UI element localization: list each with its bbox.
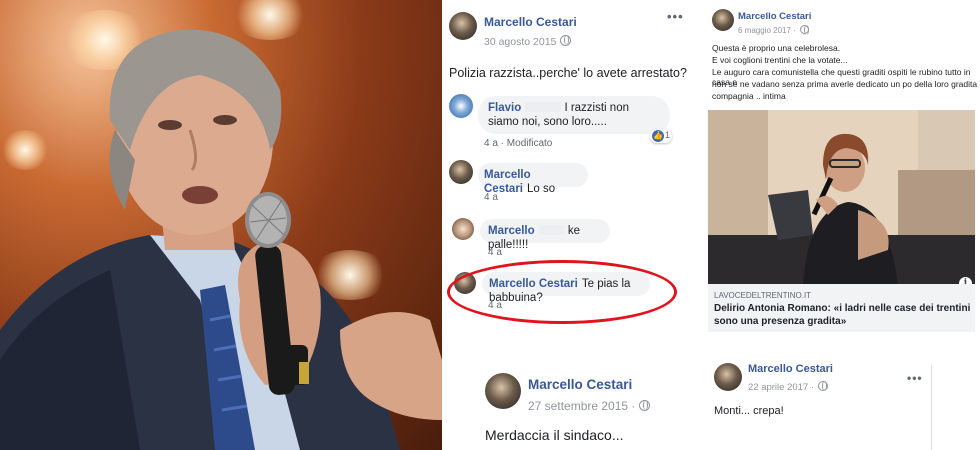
more-options-icon[interactable]: ••• <box>667 9 684 24</box>
date-separator: · <box>793 26 796 35</box>
card-border <box>931 365 932 450</box>
link-source: LAVOCEDELTRENTINO.IT <box>714 291 812 300</box>
post-date-text[interactable]: 22 aprile 2017 <box>748 382 808 393</box>
post-date-text[interactable]: 30 agosto 2015 <box>484 36 556 48</box>
post-date[interactable]: 6 maggio 2017 · <box>738 25 809 35</box>
like-count: 1 <box>665 130 671 140</box>
commenter-avatar[interactable] <box>449 160 473 184</box>
author-avatar[interactable] <box>449 12 477 40</box>
post-text-line: non se ne vadano senza prima averle dedi… <box>712 79 978 89</box>
comment-time[interactable]: 4 a <box>488 247 502 258</box>
more-options-icon[interactable]: ••• <box>907 371 923 385</box>
link-preview-image[interactable] <box>708 110 975 284</box>
speaker-photo <box>0 0 442 450</box>
post-author-name[interactable]: Marcello Cestari <box>484 15 577 29</box>
comment-bubble: Marcello ke palle!!!!! <box>480 219 610 251</box>
post-date[interactable]: 22 aprile 2017 · <box>748 381 829 393</box>
thumbs-up-icon: 👍 <box>652 130 664 142</box>
post-author-name[interactable]: Marcello Cestari <box>528 377 632 392</box>
post-text-line: E voi coglioni trentini che la votate... <box>712 55 848 65</box>
redacted-name <box>538 225 565 235</box>
redacted-name <box>525 102 562 112</box>
post-text-line: compagnia .. intima <box>712 91 786 101</box>
globe-icon <box>639 400 651 411</box>
highlight-circle <box>447 260 677 324</box>
edited-label[interactable]: Modificato <box>507 138 553 149</box>
post-text: Polizia razzista..perche' lo avete arres… <box>449 66 687 80</box>
author-avatar[interactable] <box>712 9 734 31</box>
globe-icon <box>560 35 572 46</box>
commenter-avatar[interactable] <box>449 94 473 118</box>
post-text-line: Questa è proprio una celebrolesa. <box>712 43 841 53</box>
post-author-name[interactable]: Marcello Cestari <box>738 11 811 22</box>
post-text: Merdaccia il sindaco... <box>485 427 624 443</box>
comment-author[interactable]: Flavio <box>488 102 521 114</box>
commenter-avatar[interactable] <box>452 218 474 240</box>
comment-text: Lo so <box>527 183 556 195</box>
post-text: Monti... crepa! <box>714 405 784 417</box>
date-separator: · <box>810 382 815 393</box>
date-separator: · <box>631 399 636 413</box>
post-date-text[interactable]: 27 settembre 2015 <box>528 399 628 413</box>
comment-author[interactable]: Marcello <box>488 225 535 237</box>
comment-bubble: Marcello Cestari Lo so <box>478 163 588 195</box>
comment-bubble: Flavio I razzisti non siamo noi, sono lo… <box>478 96 670 134</box>
post-date[interactable]: 27 settembre 2015 · <box>528 399 651 413</box>
author-avatar[interactable] <box>485 373 521 409</box>
author-avatar[interactable] <box>714 363 742 391</box>
post-date[interactable]: 30 agosto 2015 <box>484 35 572 48</box>
comment-time[interactable]: 4 a <box>484 138 498 149</box>
globe-icon <box>818 381 829 391</box>
globe-icon <box>799 25 809 35</box>
link-title[interactable]: Delirio Antonia Romano: «i ladri nelle c… <box>714 302 976 328</box>
comment-time[interactable]: 4 a <box>484 192 498 203</box>
post-author-name[interactable]: Marcello Cestari <box>748 363 833 375</box>
comment-meta: 4 a · Modificato <box>484 138 553 149</box>
woman-speaking-illustration <box>708 110 975 284</box>
post-date-text[interactable]: 6 maggio 2017 <box>738 26 791 35</box>
like-count-badge[interactable]: 👍 1 <box>650 129 672 143</box>
speaker-figure <box>0 29 442 450</box>
